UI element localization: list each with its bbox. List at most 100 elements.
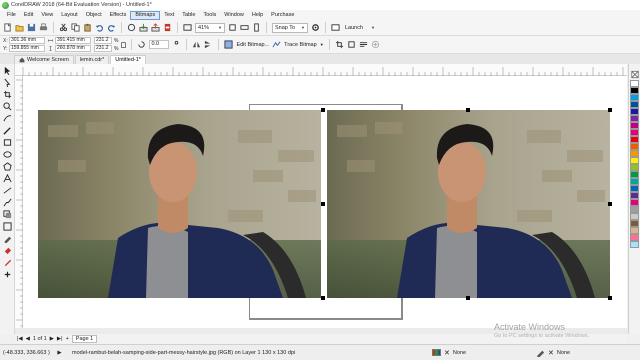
menu-object[interactable]: Object xyxy=(82,11,106,20)
fill-color-icon[interactable] xyxy=(432,349,441,356)
last-page-icon[interactable]: ▶| xyxy=(57,336,63,342)
undo-icon[interactable] xyxy=(95,23,104,32)
color-swatch[interactable] xyxy=(630,80,639,87)
scale-y-input[interactable]: 231.2 xyxy=(94,45,112,52)
paste-icon[interactable] xyxy=(83,23,92,32)
color-swatch[interactable] xyxy=(630,87,639,94)
polygon-tool-icon[interactable] xyxy=(2,162,12,171)
color-swatch[interactable] xyxy=(630,234,639,241)
artistic-media-icon[interactable] xyxy=(2,126,12,135)
menu-window[interactable]: Window xyxy=(220,11,248,20)
text-tool-icon[interactable] xyxy=(2,174,12,183)
color-swatch[interactable] xyxy=(630,122,639,129)
page-height-icon[interactable] xyxy=(252,23,261,32)
new-document-icon[interactable] xyxy=(3,23,12,32)
width-input[interactable]: 391.415 mm xyxy=(55,37,91,44)
height-input[interactable]: 260.878 mm xyxy=(55,45,91,52)
lock-ratio-icon[interactable] xyxy=(121,41,127,48)
tab-untitled-1[interactable]: Untitled-1* xyxy=(110,55,146,64)
selection-handle[interactable] xyxy=(466,296,470,300)
search-content-icon[interactable] xyxy=(127,23,136,32)
drawing-canvas[interactable] xyxy=(23,76,627,328)
selection-handle[interactable] xyxy=(608,108,612,112)
add-page-icon[interactable]: + xyxy=(66,336,69,342)
connector-tool-icon[interactable] xyxy=(2,198,12,207)
horizontal-ruler[interactable] xyxy=(15,64,627,76)
shape-tool-icon[interactable] xyxy=(2,78,12,87)
selection-handle[interactable] xyxy=(608,202,612,206)
color-swatch[interactable] xyxy=(630,143,639,150)
ellipse-tool-icon[interactable] xyxy=(2,150,12,159)
edit-bitmap-button[interactable]: Edit Bitmap... xyxy=(236,42,269,48)
redo-icon[interactable] xyxy=(107,23,116,32)
snap-to-dropdown[interactable]: Snap To ▼ xyxy=(272,22,308,33)
wrap-text-icon[interactable] xyxy=(359,40,368,49)
selection-handle[interactable] xyxy=(608,296,612,300)
crop-tool-icon[interactable] xyxy=(2,90,12,99)
play-icon[interactable]: ▶ xyxy=(55,348,64,357)
color-swatch[interactable] xyxy=(630,199,639,206)
quick-customize-icon[interactable] xyxy=(371,40,380,49)
color-eyedropper-icon[interactable] xyxy=(2,234,12,243)
selection-handle[interactable] xyxy=(321,108,325,112)
color-swatch[interactable] xyxy=(630,150,639,157)
menu-bitmaps[interactable]: Bitmaps xyxy=(130,10,161,20)
color-swatch[interactable] xyxy=(630,192,639,199)
smart-fill-icon[interactable] xyxy=(2,258,12,267)
color-swatch[interactable] xyxy=(630,178,639,185)
bitmap-image-right[interactable] xyxy=(327,110,610,298)
menu-view[interactable]: View xyxy=(37,11,57,20)
next-page-icon[interactable]: ▶ xyxy=(50,336,54,342)
mirror-horizontal-icon[interactable] xyxy=(192,40,201,49)
export-icon[interactable] xyxy=(151,23,160,32)
print-icon[interactable] xyxy=(39,23,48,32)
color-swatch[interactable] xyxy=(630,157,639,164)
import-icon[interactable] xyxy=(139,23,148,32)
fullscreen-icon[interactable] xyxy=(183,23,192,32)
interactive-fill-icon[interactable] xyxy=(2,246,12,255)
color-swatch[interactable] xyxy=(630,101,639,108)
selection-handle[interactable] xyxy=(321,296,325,300)
color-swatch[interactable] xyxy=(630,227,639,234)
save-icon[interactable] xyxy=(27,23,36,32)
zoom-level-combo[interactable]: 41% ▼ xyxy=(195,22,225,33)
color-swatch[interactable] xyxy=(630,108,639,115)
pick-tool-icon[interactable] xyxy=(2,66,12,75)
selection-handle[interactable] xyxy=(321,202,325,206)
rectangle-tool-icon[interactable] xyxy=(2,138,12,147)
mirror-vertical-icon[interactable] xyxy=(204,40,213,49)
outline-pen-icon[interactable] xyxy=(536,348,545,357)
copy-icon[interactable] xyxy=(71,23,80,32)
menu-tools[interactable]: Tools xyxy=(199,11,220,20)
menu-effects[interactable]: Effects xyxy=(106,11,131,20)
color-swatch[interactable] xyxy=(630,171,639,178)
menu-layout[interactable]: Layout xyxy=(57,11,82,20)
publish-pdf-icon[interactable] xyxy=(163,23,172,32)
menu-help[interactable]: Help xyxy=(248,11,267,20)
page-tab[interactable]: Page 1 xyxy=(71,335,98,343)
zoom-tool-icon[interactable] xyxy=(2,102,12,111)
open-icon[interactable] xyxy=(15,23,24,32)
color-swatch[interactable] xyxy=(630,220,639,227)
trace-bitmap-button[interactable]: Trace Bitmap xyxy=(284,42,317,48)
color-swatch[interactable] xyxy=(630,115,639,122)
launch-dropdown[interactable]: Launch ▼ xyxy=(343,23,377,33)
color-swatch[interactable] xyxy=(630,164,639,171)
add-tool-icon[interactable] xyxy=(2,270,12,279)
parallel-dimension-icon[interactable] xyxy=(2,186,12,195)
full-page-zoom-icon[interactable] xyxy=(228,23,237,32)
selection-handle[interactable] xyxy=(466,108,470,112)
y-position-input[interactable]: 159.855 mm xyxy=(9,45,45,52)
vertical-ruler[interactable] xyxy=(15,76,23,334)
color-swatch[interactable] xyxy=(630,136,639,143)
page-width-icon[interactable] xyxy=(240,23,249,32)
x-position-input[interactable]: 301.36 mm xyxy=(9,37,45,44)
color-swatch[interactable] xyxy=(630,185,639,192)
bitmap-image-left[interactable] xyxy=(38,110,321,298)
cut-icon[interactable] xyxy=(59,23,68,32)
menu-text[interactable]: Text xyxy=(160,11,178,20)
rotation-input[interactable]: 0.0 xyxy=(149,40,170,49)
settings-gear-icon[interactable] xyxy=(311,23,320,32)
freehand-tool-icon[interactable] xyxy=(2,114,12,123)
color-swatch[interactable] xyxy=(630,213,639,220)
